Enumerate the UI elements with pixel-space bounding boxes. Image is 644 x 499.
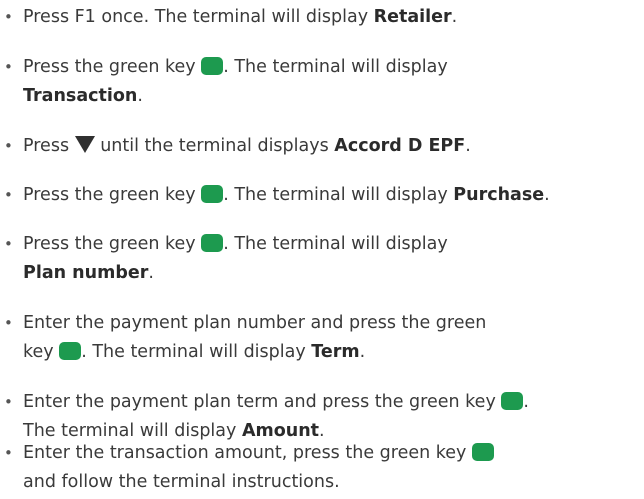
bullet: • xyxy=(4,393,13,411)
step-text: . The terminal will display xyxy=(223,234,448,254)
step-text: . xyxy=(359,342,366,362)
green-key-icon xyxy=(201,234,224,252)
step-text: . xyxy=(523,392,529,412)
bullet: • xyxy=(4,444,13,462)
step-8-line-2: and follow the terminal instructions. xyxy=(23,472,340,492)
step-1-line-1: Press F1 once. The terminal will display… xyxy=(23,3,457,32)
step-text: . xyxy=(137,86,143,106)
step-text: . The terminal will display xyxy=(223,185,454,205)
step-text: Enter the transaction amount, press the … xyxy=(23,443,472,463)
step-text: . The terminal will display xyxy=(81,342,312,362)
display-term-amount: Amount xyxy=(241,421,320,441)
display-term-term: Term xyxy=(311,342,360,362)
bullet: • xyxy=(4,137,13,155)
step-4-line-1: Press the green key . The terminal will … xyxy=(23,181,550,210)
display-term-accord-d-epf: Accord D EPF xyxy=(334,136,466,156)
step-3-line-1: Press until the terminal displays Accord… xyxy=(23,132,471,161)
step-text: . xyxy=(544,185,550,205)
step-5-line-1: Press the green key . The terminal will … xyxy=(23,230,448,259)
step-7-line-1: Enter the payment plan term and press th… xyxy=(23,388,529,417)
step-text: key xyxy=(23,342,60,362)
display-term-retailer: Retailer xyxy=(373,7,452,27)
step-text: Press xyxy=(23,136,75,156)
bullet: • xyxy=(4,8,13,26)
step-text: . xyxy=(451,7,458,27)
step-2-line-2: Transaction. xyxy=(23,82,143,111)
step-5-line-2: Plan number. xyxy=(23,259,154,288)
step-text: Press F1 once. The terminal will display xyxy=(23,7,374,27)
step-text: . The terminal will display xyxy=(223,57,448,77)
step-text: . xyxy=(319,421,325,441)
bullet: • xyxy=(4,314,13,332)
instruction-list: • Press F1 once. The terminal will displ… xyxy=(0,0,644,499)
green-key-icon xyxy=(471,443,494,461)
green-key-icon xyxy=(201,57,224,75)
step-text: until the terminal displays xyxy=(94,136,335,156)
step-text: . xyxy=(465,136,471,156)
down-triangle-icon xyxy=(74,136,95,153)
step-text: Enter the payment plan term and press th… xyxy=(23,392,502,412)
step-6-line-2: key . The terminal will display Term. xyxy=(23,338,365,367)
display-term-purchase: Purchase xyxy=(453,185,545,205)
display-term-plan-number: Plan number xyxy=(23,263,149,283)
step-text: Press the green key xyxy=(23,234,202,254)
bullet: • xyxy=(4,235,13,253)
green-key-icon xyxy=(201,185,224,203)
display-term-transaction: Transaction xyxy=(23,86,138,106)
step-text: The terminal will display xyxy=(23,421,242,441)
green-key-icon xyxy=(59,342,82,360)
step-text: . xyxy=(148,263,154,283)
step-6-line-1: Enter the payment plan number and press … xyxy=(23,313,487,333)
step-text: Press the green key xyxy=(23,185,202,205)
step-2-line-1: Press the green key . The terminal will … xyxy=(23,53,448,82)
bullet: • xyxy=(4,186,13,204)
step-text: Press the green key xyxy=(23,57,202,77)
bullet: • xyxy=(4,58,13,76)
green-key-icon xyxy=(501,392,524,410)
step-8-line-1: Enter the transaction amount, press the … xyxy=(23,439,494,468)
